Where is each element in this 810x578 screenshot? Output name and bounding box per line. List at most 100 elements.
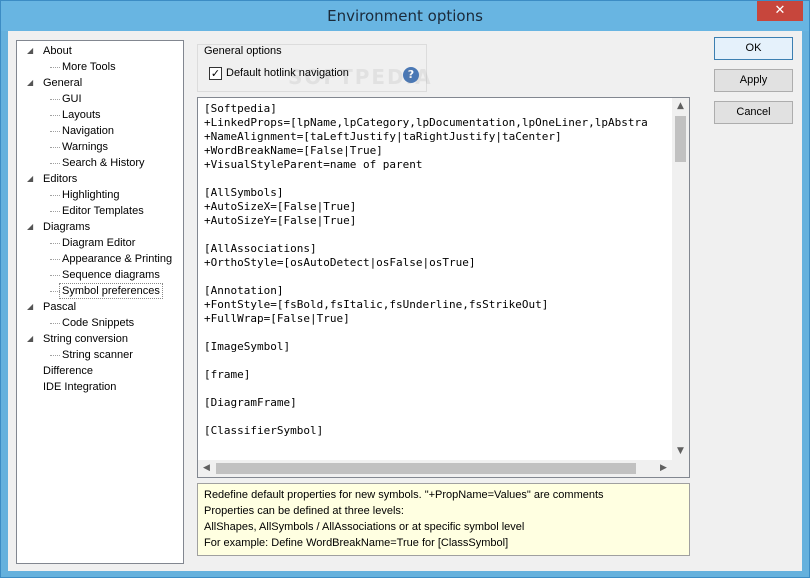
checkmark-icon: ✓ (210, 67, 221, 80)
scrollbar-corner (672, 460, 689, 477)
window-title: Environment options (327, 7, 483, 25)
tree-item-label[interactable]: Search & History (62, 155, 145, 171)
tree-expand-icon[interactable]: ◢ (27, 219, 37, 235)
tree-item-label[interactable]: GUI (62, 91, 82, 107)
tree-item-label[interactable]: Editor Templates (62, 203, 144, 219)
tree-item[interactable]: Navigation (17, 123, 183, 139)
tree-item[interactable]: Warnings (17, 139, 183, 155)
scroll-up-icon[interactable]: ▲ (672, 98, 689, 115)
tree-item[interactable]: Difference (17, 363, 183, 379)
editor-line: +OrthoStyle=[osAutoDetect|osFalse|osTrue… (204, 256, 476, 269)
tree-item-label[interactable]: Editors (43, 171, 77, 187)
tree-item[interactable]: ◢ About (17, 43, 183, 59)
horizontal-scrollbar[interactable]: ◀ ▶ (198, 460, 672, 477)
editor-line: [Annotation] (204, 284, 284, 297)
general-options-title: General options (204, 45, 282, 57)
tree-item[interactable]: IDE Integration (17, 379, 183, 395)
scroll-down-icon[interactable]: ▼ (672, 443, 689, 460)
tree-item[interactable]: ◢ String conversion (17, 331, 183, 347)
tree-item[interactable]: Editor Templates (17, 203, 183, 219)
tree-expand-icon[interactable]: ◢ (27, 43, 37, 59)
editor-line: [frame] (204, 368, 251, 381)
info-line: AllShapes, AllSymbols / AllAssociations … (204, 521, 525, 533)
tree-expand-icon[interactable]: ◢ (27, 75, 37, 91)
tree-item-label[interactable]: Diagrams (43, 219, 90, 235)
default-hotlink-navigation-checkbox[interactable]: ✓ (209, 67, 222, 80)
editor-line: [AllAssociations] (204, 242, 317, 255)
tree-item[interactable]: Code Snippets (17, 315, 183, 331)
editor-line: +AutoSizeY=[False|True] (204, 214, 357, 227)
tree-item[interactable]: Appearance & Printing (17, 251, 183, 267)
tree-item[interactable]: Sequence diagrams (17, 267, 183, 283)
tree-item[interactable]: ◢ Pascal (17, 299, 183, 315)
tree-expand-icon[interactable]: ◢ (27, 299, 37, 315)
tree-item-label[interactable]: Symbol preferences (59, 283, 163, 299)
tree-item-label[interactable]: Warnings (62, 139, 108, 155)
tree-expand-icon[interactable]: ◢ (27, 171, 37, 187)
tree-item[interactable]: Diagram Editor (17, 235, 183, 251)
cancel-button[interactable]: Cancel (714, 101, 793, 124)
close-button[interactable]: ✕ (757, 1, 803, 21)
tree-item-label[interactable]: Navigation (62, 123, 114, 139)
tree-item-label[interactable]: Difference (43, 363, 93, 379)
tree-expand-icon[interactable]: ◢ (27, 331, 37, 347)
horizontal-scroll-thumb[interactable] (216, 463, 636, 474)
close-icon: ✕ (774, 3, 786, 18)
tree-item-label[interactable]: Pascal (43, 299, 76, 315)
tree-item[interactable]: Symbol preferences (17, 283, 183, 299)
editor-line: [ClassifierSymbol] (204, 424, 324, 437)
editor-line: [DiagramFrame] (204, 396, 297, 409)
tree-item-label[interactable]: Layouts (62, 107, 101, 123)
editor-line: +AutoSizeX=[False|True] (204, 200, 357, 213)
tree-item[interactable]: Search & History (17, 155, 183, 171)
editor-line: [ImageSymbol] (204, 340, 291, 353)
tree-item-label[interactable]: String scanner (62, 347, 133, 363)
tree-item-label[interactable]: IDE Integration (43, 379, 116, 395)
tree-item[interactable]: GUI (17, 91, 183, 107)
info-line: Properties can be defined at three level… (204, 505, 404, 517)
scroll-left-icon[interactable]: ◀ (198, 460, 215, 477)
options-tree[interactable]: ◢ About More Tools ◢ General GUI Layouts Naviga… (16, 40, 184, 564)
editor-line: +FullWrap=[False|True] (204, 312, 350, 325)
ok-button[interactable]: OK (714, 37, 793, 60)
tree-item-label[interactable]: Code Snippets (62, 315, 134, 331)
scroll-right-icon[interactable]: ▶ (655, 460, 672, 477)
tree-item[interactable]: ◢ General (17, 75, 183, 91)
tree-item-label[interactable]: About (43, 43, 72, 59)
vertical-scrollbar[interactable]: ▲ ▼ (672, 98, 689, 460)
tree-item[interactable]: Highlighting (17, 187, 183, 203)
editor-line: +LinkedProps=[lpName,lpCategory,lpDocume… (204, 116, 648, 129)
info-line: Redefine default properties for new symb… (204, 489, 604, 501)
editor-line: +FontStyle=[fsBold,fsItalic,fsUnderline,… (204, 298, 549, 311)
softpedia-watermark: SOFTPEDIA (288, 65, 433, 89)
tree-item-label[interactable]: More Tools (62, 59, 116, 75)
editor-line: [Softpedia] (204, 102, 277, 115)
tree-item-label[interactable]: General (43, 75, 82, 91)
tree-item[interactable]: ◢ Diagrams (17, 219, 183, 235)
environment-options-window: Environment options ✕ ◢ About More Tools ◢ G… (0, 0, 810, 578)
tree-item-label[interactable]: Appearance & Printing (62, 251, 172, 267)
info-line: For example: Define WordBreakName=True f… (204, 537, 509, 549)
vertical-scroll-thumb[interactable] (675, 116, 686, 162)
tree-item[interactable]: Layouts (17, 107, 183, 123)
tree-item[interactable]: String scanner (17, 347, 183, 363)
tree-item-label[interactable]: Diagram Editor (62, 235, 135, 251)
tree-item-label[interactable]: Sequence diagrams (62, 267, 160, 283)
symbol-preferences-editor[interactable]: [Softpedia] +LinkedProps=[lpName,lpCatego… (197, 97, 690, 478)
editor-text[interactable]: [Softpedia] +LinkedProps=[lpName,lpCatego… (204, 102, 674, 457)
tree-item-label[interactable]: Highlighting (62, 187, 119, 203)
apply-button[interactable]: Apply (714, 69, 793, 92)
tree-item[interactable]: ◢ Editors (17, 171, 183, 187)
editor-line: +VisualStyleParent=name of parent (204, 158, 423, 171)
editor-line: +NameAlignment=[taLeftJustify|taRightJus… (204, 130, 562, 143)
tree-item-label[interactable]: String conversion (43, 331, 128, 347)
tree-item[interactable]: More Tools (17, 59, 183, 75)
info-panel: Redefine default properties for new symb… (197, 483, 690, 556)
editor-line: [AllSymbols] (204, 186, 284, 199)
title-bar[interactable]: Environment options ✕ (1, 1, 809, 31)
